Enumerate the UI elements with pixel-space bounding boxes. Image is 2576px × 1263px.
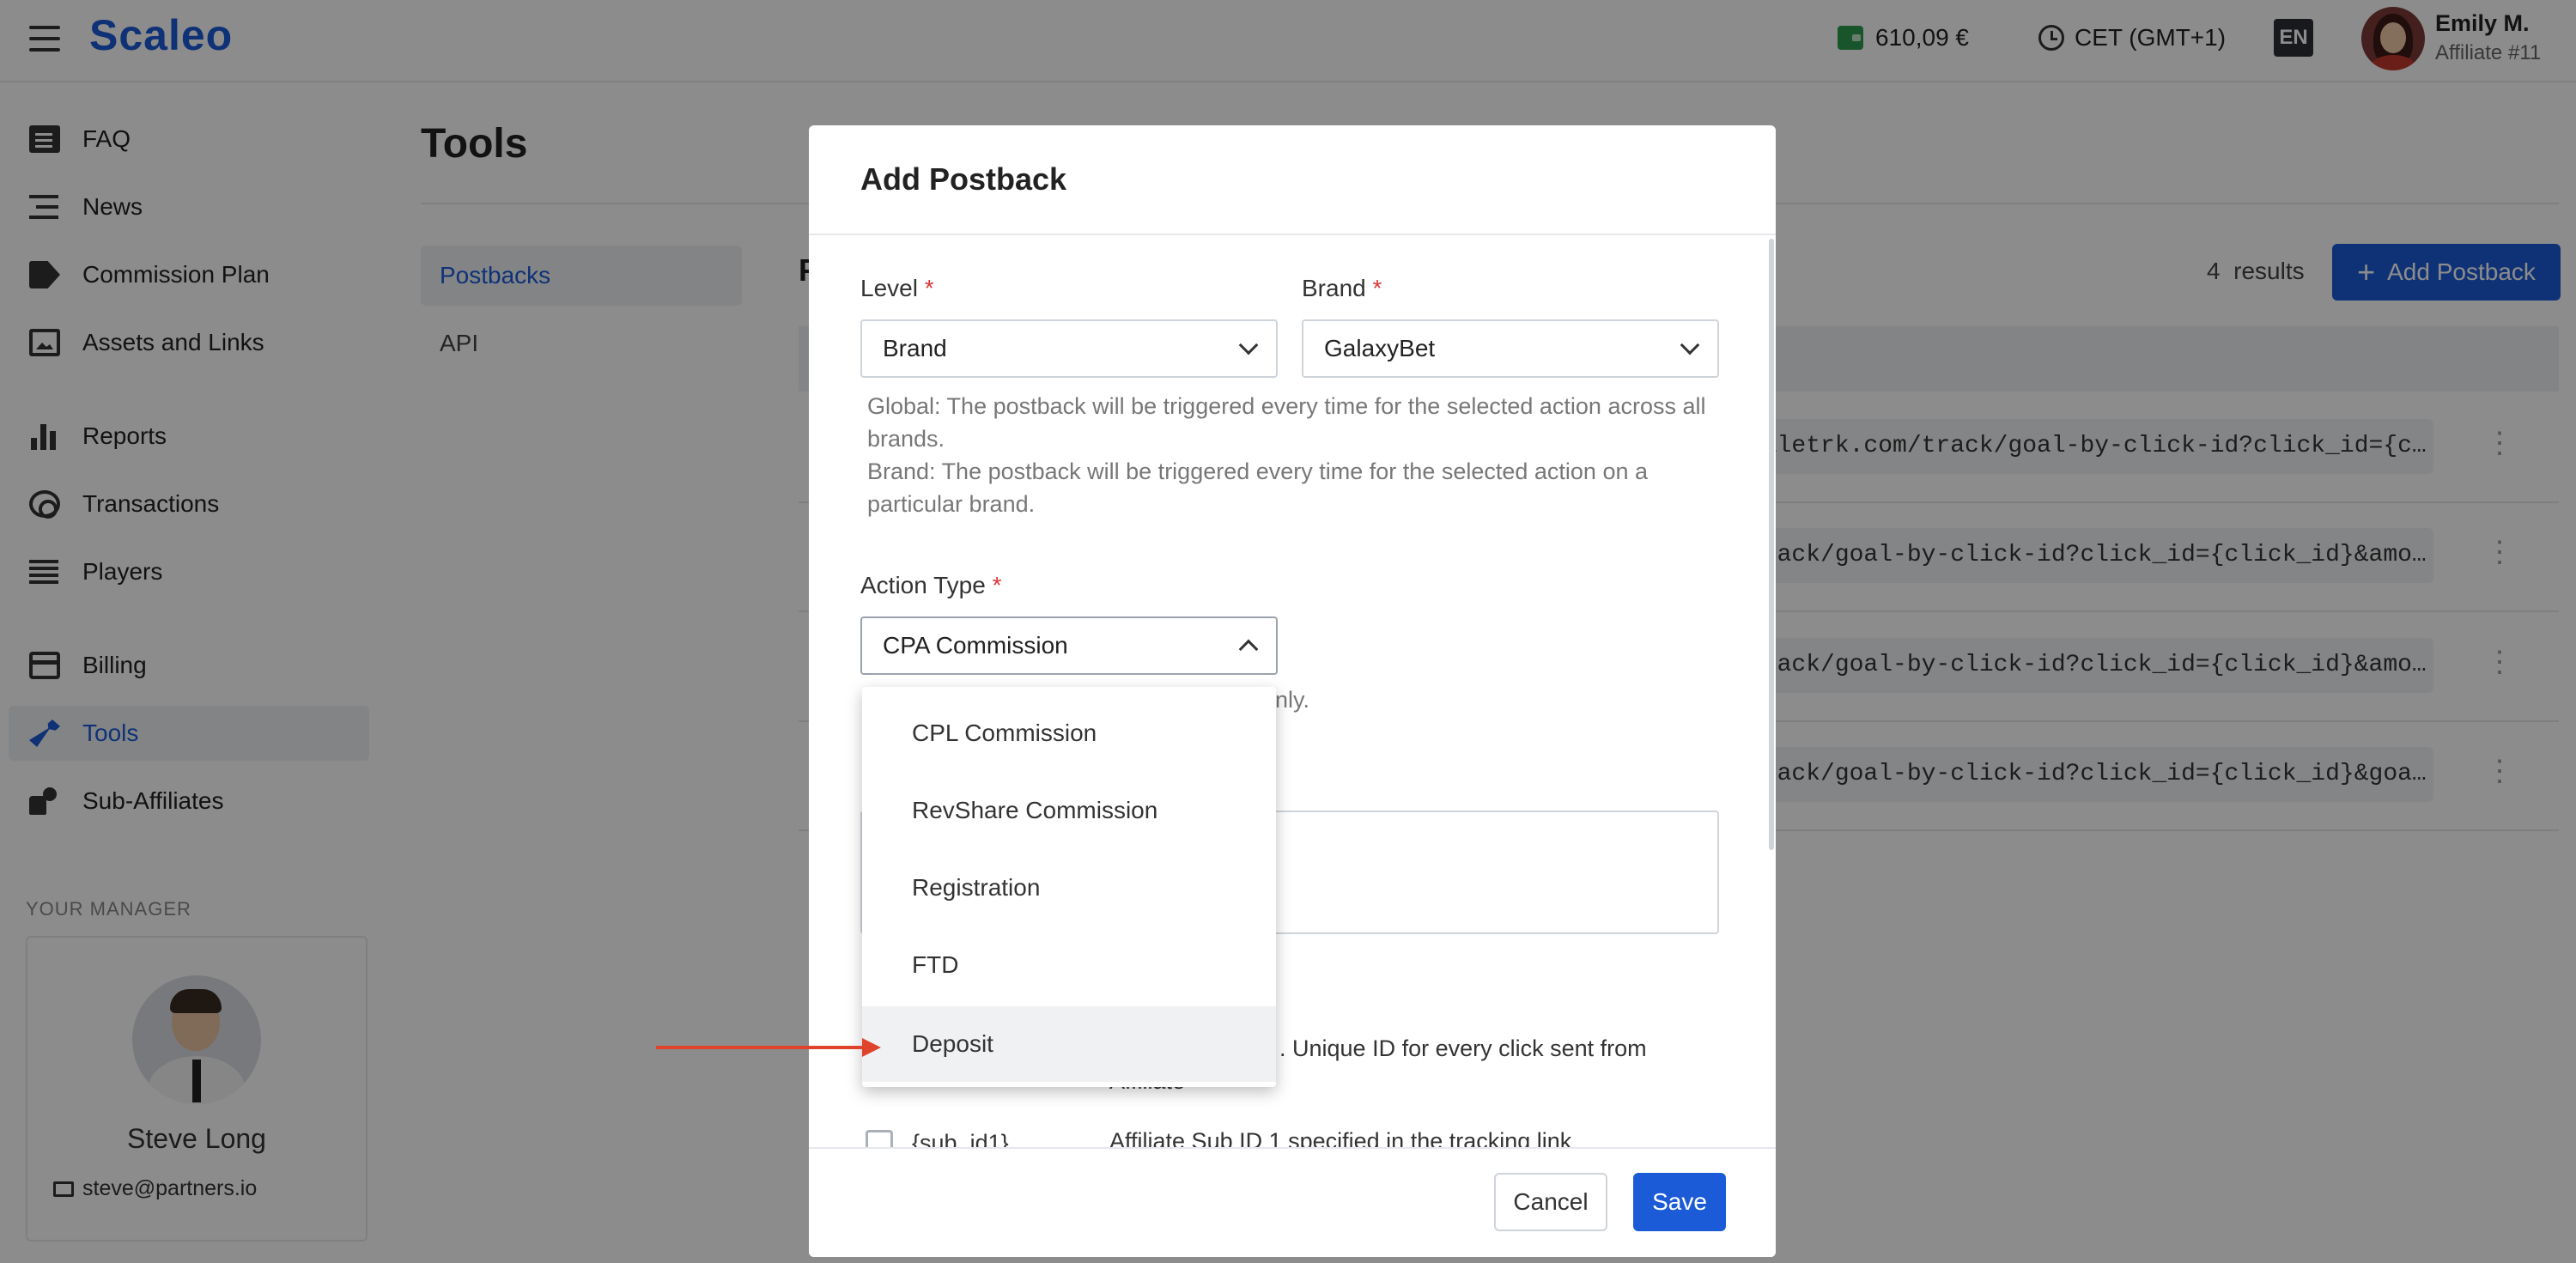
- level-help-global: Global: The postback will be triggered e…: [867, 393, 1706, 452]
- required-mark: *: [924, 275, 934, 301]
- chevron-down-icon: [1680, 335, 1700, 355]
- chevron-up-icon: [1238, 639, 1259, 659]
- action-type-select-value: CPA Commission: [883, 632, 1068, 659]
- dropdown-option-ftd[interactable]: FTD: [862, 927, 1276, 1003]
- cancel-button[interactable]: Cancel: [1494, 1173, 1607, 1231]
- annotation-arrow-icon: [862, 1038, 881, 1057]
- brand-label-text: Brand: [1302, 275, 1366, 301]
- dropdown-option-revshare-commission[interactable]: RevShare Commission: [862, 773, 1276, 848]
- level-label-text: Level: [860, 275, 918, 301]
- level-help-brand: Brand: The postback will be triggered ev…: [867, 458, 1648, 517]
- level-select[interactable]: Brand: [860, 319, 1278, 378]
- modal-footer: [809, 1147, 1776, 1257]
- brand-select-value: GalaxyBet: [1324, 335, 1436, 361]
- action-type-select[interactable]: CPA Commission: [860, 616, 1278, 675]
- modal-scrollbar[interactable]: [1769, 239, 1774, 850]
- brand-select[interactable]: GalaxyBet: [1302, 319, 1719, 378]
- chevron-down-icon: [1238, 335, 1259, 355]
- action-type-dropdown: CPL Commission RevShare Commission Regis…: [862, 687, 1276, 1087]
- required-mark: *: [992, 572, 1002, 598]
- save-button[interactable]: Save: [1633, 1173, 1726, 1231]
- level-select-value: Brand: [883, 335, 947, 361]
- dropdown-option-registration[interactable]: Registration: [862, 850, 1276, 926]
- action-type-label-text: Action Type: [860, 572, 986, 598]
- param-description: . Unique ID for every click sent from: [1279, 1035, 1647, 1061]
- required-mark: *: [1372, 275, 1382, 301]
- modal-header: Add Postback: [809, 125, 1776, 235]
- action-type-label: Action Type *: [860, 572, 1001, 599]
- modal-title: Add Postback: [860, 161, 1067, 197]
- dropdown-option-cpl-commission[interactable]: CPL Commission: [862, 695, 1276, 771]
- level-label: Level *: [860, 275, 934, 302]
- dropdown-option-deposit[interactable]: Deposit: [862, 1006, 1276, 1082]
- brand-label: Brand *: [1302, 275, 1382, 302]
- annotation-arrow-line: [656, 1046, 871, 1049]
